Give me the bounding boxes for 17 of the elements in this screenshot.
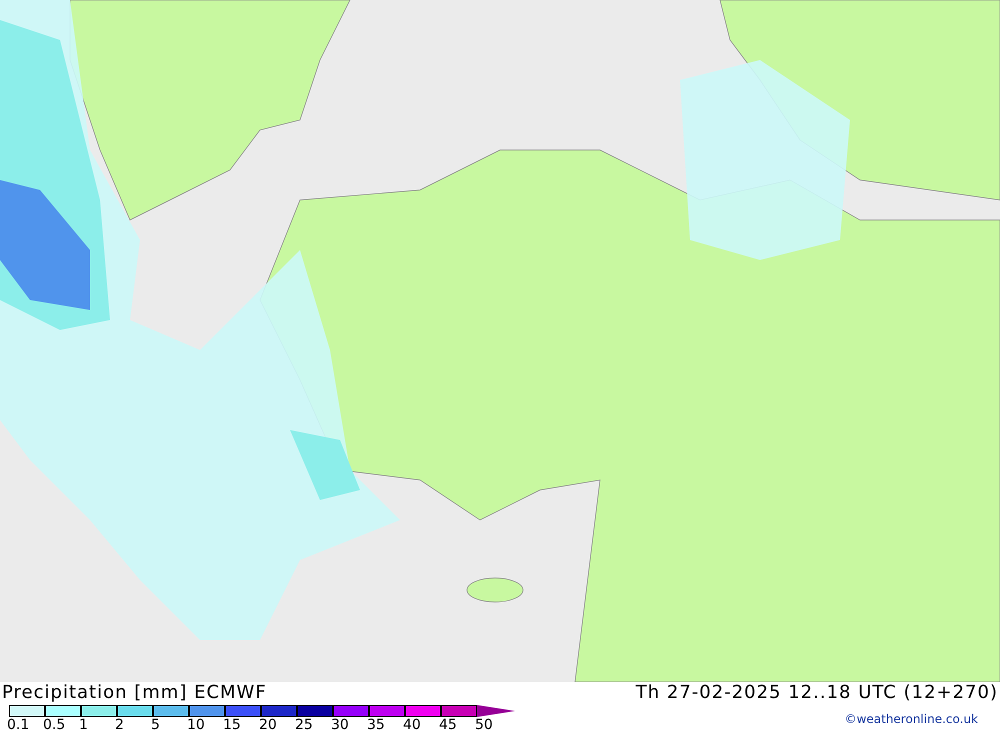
legend-label: 35 [367, 717, 386, 733]
legend-label: 30 [331, 717, 350, 733]
legend-label: 10 [187, 717, 206, 733]
legend-label: 45 [439, 717, 458, 733]
legend-label: 20 [259, 717, 278, 733]
forecast-time: Th 27-02-2025 12..18 UTC (12+270) [636, 682, 998, 704]
legend-label: 25 [295, 717, 314, 733]
legend-label: 15 [223, 717, 242, 733]
legend-label: 2 [115, 717, 125, 733]
legend-label: 0.1 [7, 717, 30, 733]
map-title: Precipitation [mm] ECMWF [2, 682, 268, 704]
credit-link[interactable]: ©weatheronline.co.uk [844, 710, 978, 728]
legend-label: 0.5 [43, 717, 66, 733]
legend-label: 40 [403, 717, 422, 733]
legend-label: 50 [475, 717, 494, 733]
legend-label: 1 [79, 717, 89, 733]
legend-label: 5 [151, 717, 161, 733]
